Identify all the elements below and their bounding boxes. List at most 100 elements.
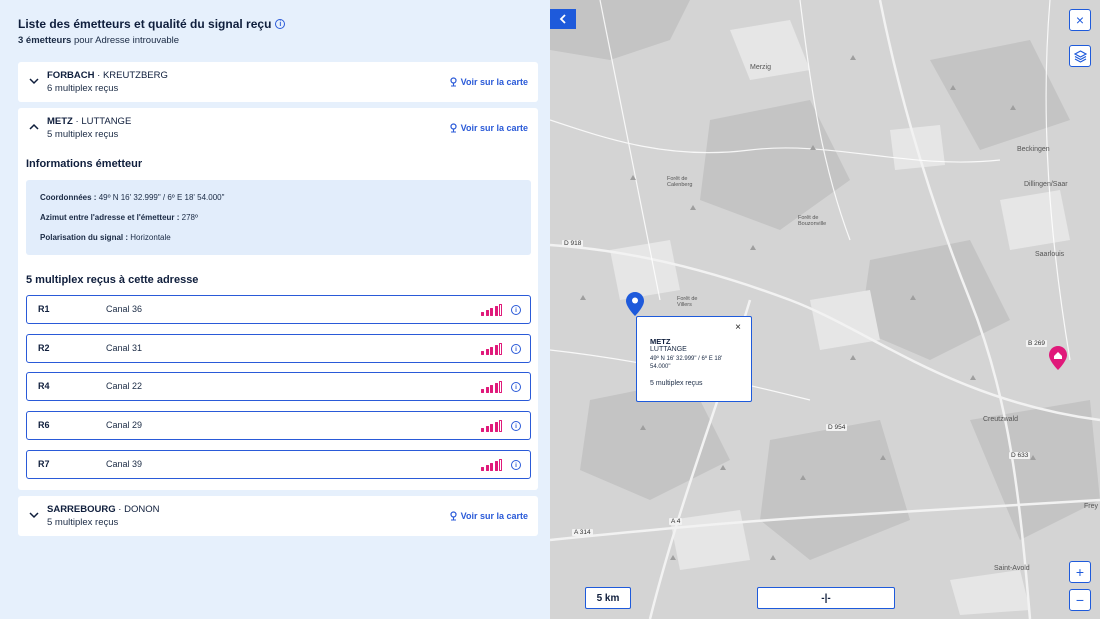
signal-bar — [499, 304, 502, 316]
mux-id: R6 — [38, 420, 50, 430]
signal-bar — [490, 424, 493, 432]
place-label: Forêt de Calenberg — [667, 176, 693, 188]
signal-bar — [494, 345, 498, 355]
place-label: Saarlouis — [1035, 251, 1065, 258]
transmitter-card-sarrebourg: SARREBOURG · DONON 5 multiplex reçus Voi… — [18, 496, 538, 536]
info-icon[interactable]: i — [511, 344, 521, 354]
road-label: D 633 — [1009, 452, 1031, 459]
plus-icon: + — [1075, 564, 1085, 580]
signal-strength-icon — [481, 419, 502, 432]
signal-bar — [481, 351, 484, 355]
chevron-down-icon — [29, 512, 39, 519]
zoom-in-button[interactable]: + — [1069, 561, 1091, 583]
panel-subtitle: 3 émetteurs pour Adresse introuvable — [18, 35, 180, 46]
road-label: A 314 — [572, 529, 593, 536]
signal-bar — [485, 349, 489, 355]
scale-bar: -|- — [757, 587, 895, 609]
layers-icon — [1073, 49, 1087, 63]
signal-bar — [485, 465, 489, 471]
mux-row-r1[interactable]: R1 Canal 36 i — [26, 295, 531, 324]
place-label: Forêt de Bouzonville — [798, 215, 827, 227]
signal-bar — [499, 420, 502, 432]
road-label: B 269 — [1026, 340, 1047, 347]
signal-bar — [499, 381, 502, 393]
mux-row-r4[interactable]: R4 Canal 22 i — [26, 372, 531, 401]
close-map-button[interactable]: × — [1069, 9, 1091, 31]
mux-id: R2 — [38, 343, 50, 353]
signal-bar — [494, 383, 498, 393]
transmitter-count: 5 multiplex reçus — [47, 129, 119, 140]
info-icon[interactable]: i — [511, 460, 521, 470]
address-marker-icon[interactable] — [1049, 346, 1067, 370]
transmitter-panel: Liste des émetteurs et qualité du signal… — [0, 0, 550, 619]
mux-canal: Canal 31 — [106, 343, 143, 353]
signal-bar — [499, 459, 502, 471]
chevron-up-icon — [29, 123, 39, 130]
signal-strength-icon — [481, 380, 502, 393]
popup-coordinates: 49º N 16' 32.999" / 6º E 18' 54.000" — [650, 356, 723, 370]
collapse-panel-button[interactable] — [550, 9, 576, 29]
transmitter-count: 5 multiplex reçus — [47, 517, 119, 528]
signal-strength-icon — [481, 458, 502, 471]
layers-button[interactable] — [1069, 45, 1091, 67]
mux-row-r6[interactable]: R6 Canal 29 i — [26, 411, 531, 440]
signal-bar — [490, 385, 493, 393]
zoom-out-button[interactable]: − — [1069, 589, 1091, 611]
signal-bar — [494, 422, 498, 432]
transmitter-name: METZ · LUTTANGE — [47, 116, 132, 127]
minus-icon: − — [1075, 592, 1085, 608]
signal-bar — [485, 310, 489, 316]
info-icon[interactable]: i — [511, 421, 521, 431]
transmitter-name: SARREBOURG · DONON — [47, 504, 160, 515]
scale-indicator: 5 km — [585, 587, 631, 609]
mux-canal: Canal 22 — [106, 381, 143, 391]
popup-title: METZ — [650, 337, 671, 346]
transmitter-header[interactable]: FORBACH · KREUTZBERG 6 multiplex reçus V… — [18, 62, 538, 102]
place-label: Merzig — [750, 64, 772, 71]
transmitter-card-forbach: FORBACH · KREUTZBERG 6 multiplex reçus V… — [18, 62, 538, 102]
map-pin-icon — [450, 123, 457, 133]
close-icon[interactable]: × — [735, 322, 741, 333]
signal-bar — [481, 389, 484, 393]
transmitter-info-box: Coordonnées : 49º N 16' 32.999" / 6º E 1… — [26, 180, 531, 255]
polarisation: Polarisation du signal : Horizontale — [40, 233, 171, 242]
signal-bar — [490, 463, 493, 471]
info-icon[interactable]: i — [275, 19, 286, 29]
signal-bar — [494, 306, 498, 316]
place-label: Dillingen/Saar — [1024, 181, 1068, 188]
panel-title: Liste des émetteurs et qualité du signal… — [18, 17, 286, 31]
place-label: Frey — [1084, 503, 1098, 510]
place-label: Saint-Avold — [994, 565, 1030, 572]
signal-bar — [490, 347, 493, 355]
mux-id: R1 — [38, 304, 50, 314]
mux-id: R7 — [38, 459, 50, 469]
close-icon: × — [1075, 12, 1085, 28]
mux-id: R4 — [38, 381, 50, 391]
mux-row-r7[interactable]: R7 Canal 39 i — [26, 450, 531, 479]
info-icon[interactable]: i — [511, 382, 521, 392]
road-label: D 954 — [826, 424, 848, 431]
signal-bar — [485, 426, 489, 432]
transmitter-header[interactable]: METZ · LUTTANGE 5 multiplex reçus Voir s… — [18, 108, 538, 148]
road-label: D 918 — [562, 240, 584, 247]
show-on-map-link[interactable]: Voir sur la carte — [449, 511, 528, 521]
transmitter-marker-icon[interactable] — [626, 292, 644, 316]
transmitter-card-metz: METZ · LUTTANGE 5 multiplex reçus Voir s… — [18, 108, 538, 490]
mux-row-r2[interactable]: R2 Canal 31 i — [26, 334, 531, 363]
signal-bar — [490, 308, 493, 316]
signal-bar — [494, 461, 498, 471]
transmitter-name: FORBACH · KREUTZBERG — [47, 70, 168, 81]
show-on-map-link[interactable]: Voir sur la carte — [449, 77, 528, 87]
transmitter-header[interactable]: SARREBOURG · DONON 5 multiplex reçus Voi… — [18, 496, 538, 536]
place-label: Creutzwald — [983, 416, 1019, 423]
chevron-left-icon — [559, 14, 566, 24]
map-view[interactable]: Merzig Beckingen Dillingen/Saar Saarloui… — [550, 0, 1100, 619]
signal-bar — [499, 343, 502, 355]
show-on-map-link[interactable]: Voir sur la carte — [449, 123, 528, 133]
mux-canal: Canal 29 — [106, 420, 143, 430]
signal-bar — [481, 467, 484, 471]
map-pin-icon — [450, 511, 457, 521]
signal-bar — [481, 428, 484, 432]
popup-mux-count: 5 multiplex reçus — [650, 380, 703, 387]
info-icon[interactable]: i — [511, 305, 521, 315]
